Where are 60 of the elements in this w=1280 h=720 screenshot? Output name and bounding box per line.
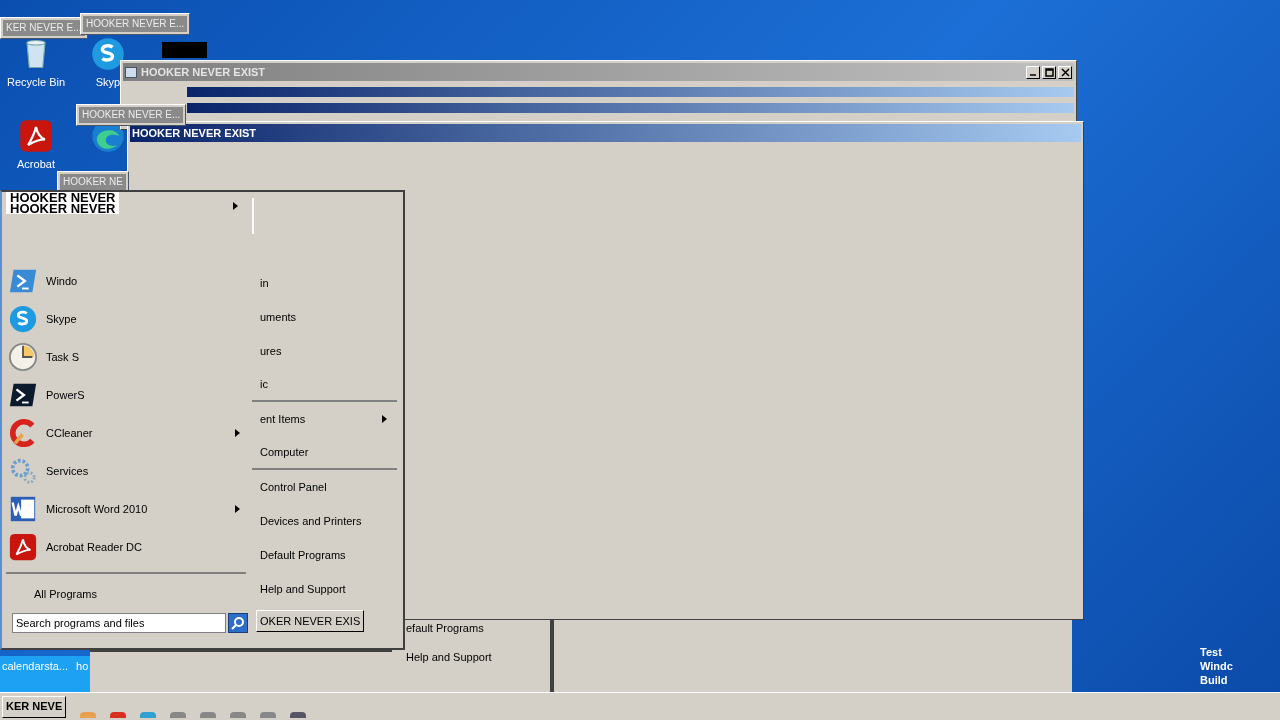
taskbar-icon[interactable] bbox=[110, 712, 127, 718]
close-button[interactable] bbox=[1058, 65, 1072, 79]
program-item[interactable]: Acrobat Reader DC bbox=[6, 528, 248, 566]
word-icon bbox=[8, 494, 38, 524]
skype-icon bbox=[8, 304, 38, 334]
close-icon bbox=[1059, 66, 1071, 78]
submenu-arrow-icon bbox=[235, 429, 240, 437]
program-item[interactable]: Windo bbox=[6, 262, 248, 300]
taskbar-icon[interactable] bbox=[290, 712, 307, 718]
program-item[interactable]: PowerS bbox=[6, 376, 248, 414]
banner-text: HOOKER NEVER bbox=[10, 203, 116, 214]
window-title: HOOKER NEVER EXIST bbox=[132, 125, 257, 141]
program-item[interactable]: Skype bbox=[6, 300, 248, 338]
taskbar-icon[interactable] bbox=[260, 712, 277, 718]
menu-item[interactable]: uments bbox=[252, 300, 397, 334]
maximize-button[interactable] bbox=[1042, 65, 1056, 79]
desktop-text: Build bbox=[1200, 673, 1229, 687]
menu-item[interactable]: Devices and Printers bbox=[252, 504, 397, 538]
submenu-arrow-icon bbox=[235, 505, 240, 513]
search-button[interactable] bbox=[228, 612, 248, 633]
window-icon bbox=[125, 66, 137, 78]
banner-text: HOOKER NEVER bbox=[10, 192, 116, 203]
taskbar-button[interactable]: KER NEVE bbox=[2, 695, 67, 718]
menu-item[interactable]: ent Items bbox=[252, 402, 397, 436]
icon-label[interactable]: Recycle Bin bbox=[6, 74, 66, 91]
taskbar-icon[interactable] bbox=[200, 712, 217, 718]
maximize-icon bbox=[1043, 66, 1055, 78]
acrobat-icon bbox=[8, 532, 38, 562]
menu-item[interactable]: efault Programs bbox=[406, 620, 550, 637]
icon-label[interactable]: Skyp bbox=[95, 74, 121, 91]
icon-label[interactable]: Acrobat bbox=[17, 156, 55, 173]
program-item[interactable]: Task S bbox=[6, 338, 248, 376]
acrobat-icon bbox=[18, 118, 54, 154]
desktop-text: Test bbox=[1200, 645, 1223, 659]
taskbar-icon[interactable] bbox=[170, 712, 187, 718]
program-item[interactable]: CCleaner bbox=[6, 414, 248, 452]
clock-icon bbox=[8, 342, 38, 372]
gears-icon bbox=[8, 456, 38, 486]
menu-item[interactable]: Default Programs bbox=[252, 538, 397, 572]
menu-item[interactable]: ic bbox=[252, 368, 397, 402]
menu-item[interactable]: Help and Support bbox=[252, 572, 397, 606]
submenu-arrow-icon bbox=[233, 202, 238, 210]
all-programs-item[interactable]: All Programs bbox=[34, 586, 97, 603]
menu-item[interactable]: in bbox=[252, 266, 397, 300]
desktop-text: Windc bbox=[1200, 659, 1233, 673]
menu-item[interactable]: ures bbox=[252, 334, 397, 368]
window-title: HOOKER NEVER EXIST bbox=[141, 64, 266, 80]
minimize-icon bbox=[1030, 74, 1036, 76]
program-item[interactable]: Services bbox=[6, 452, 248, 490]
menu-item[interactable]: Control Panel bbox=[252, 470, 397, 504]
menu-item[interactable]: Help and Support bbox=[406, 648, 550, 665]
submenu-arrow-icon bbox=[382, 415, 387, 423]
minimize-button[interactable] bbox=[1026, 65, 1040, 79]
program-item[interactable]: Microsoft Word 2010 bbox=[6, 490, 248, 528]
search-icon bbox=[231, 615, 245, 630]
taskbar-icon[interactable] bbox=[230, 712, 247, 718]
blank-window bbox=[162, 42, 207, 58]
shutdown-button[interactable]: OKER NEVER EXIS bbox=[256, 610, 365, 632]
menu-item[interactable]: Computer bbox=[252, 436, 397, 470]
search-field[interactable]: Search programs and files bbox=[12, 612, 226, 633]
